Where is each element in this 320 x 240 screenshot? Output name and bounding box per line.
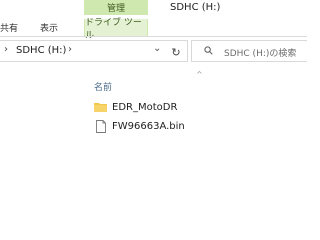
address-bar[interactable]: › SDHC (H:) › ⌄: [0, 40, 188, 62]
window-title: SDHC (H:): [170, 2, 221, 13]
search-placeholder: SDHC (H:)の検索: [224, 49, 297, 59]
search-input[interactable]: SDHC (H:)の検索: [191, 40, 307, 62]
list-item[interactable]: FW96663A.bin: [94, 118, 185, 134]
sort-caret-icon: ^: [196, 70, 203, 79]
chevron-right-icon[interactable]: ›: [68, 44, 72, 55]
file-icon: [96, 119, 106, 133]
tab-drive-tools[interactable]: ドライブ ツール: [84, 18, 148, 41]
folder-icon: [94, 103, 107, 112]
file-name: EDR_MotoDR: [112, 101, 178, 113]
chevron-right-icon[interactable]: ›: [4, 44, 8, 55]
address-path[interactable]: SDHC (H:): [16, 45, 66, 56]
refresh-icon[interactable]: ↻: [168, 44, 184, 60]
ribbon: 管理 SDHC (H:) 共有 表示 ドライブ ツール: [0, 0, 307, 41]
column-header-name[interactable]: 名前: [94, 80, 112, 93]
tab-share[interactable]: 共有: [0, 19, 18, 36]
tab-manage[interactable]: 管理: [84, 0, 148, 15]
chevron-down-icon[interactable]: ⌄: [153, 43, 161, 54]
ribbon-divider: [0, 36, 307, 37]
list-item[interactable]: EDR_MotoDR: [94, 99, 177, 115]
file-name: FW96663A.bin: [112, 120, 185, 132]
tab-view[interactable]: 表示: [40, 19, 58, 36]
search-icon: [204, 46, 213, 55]
